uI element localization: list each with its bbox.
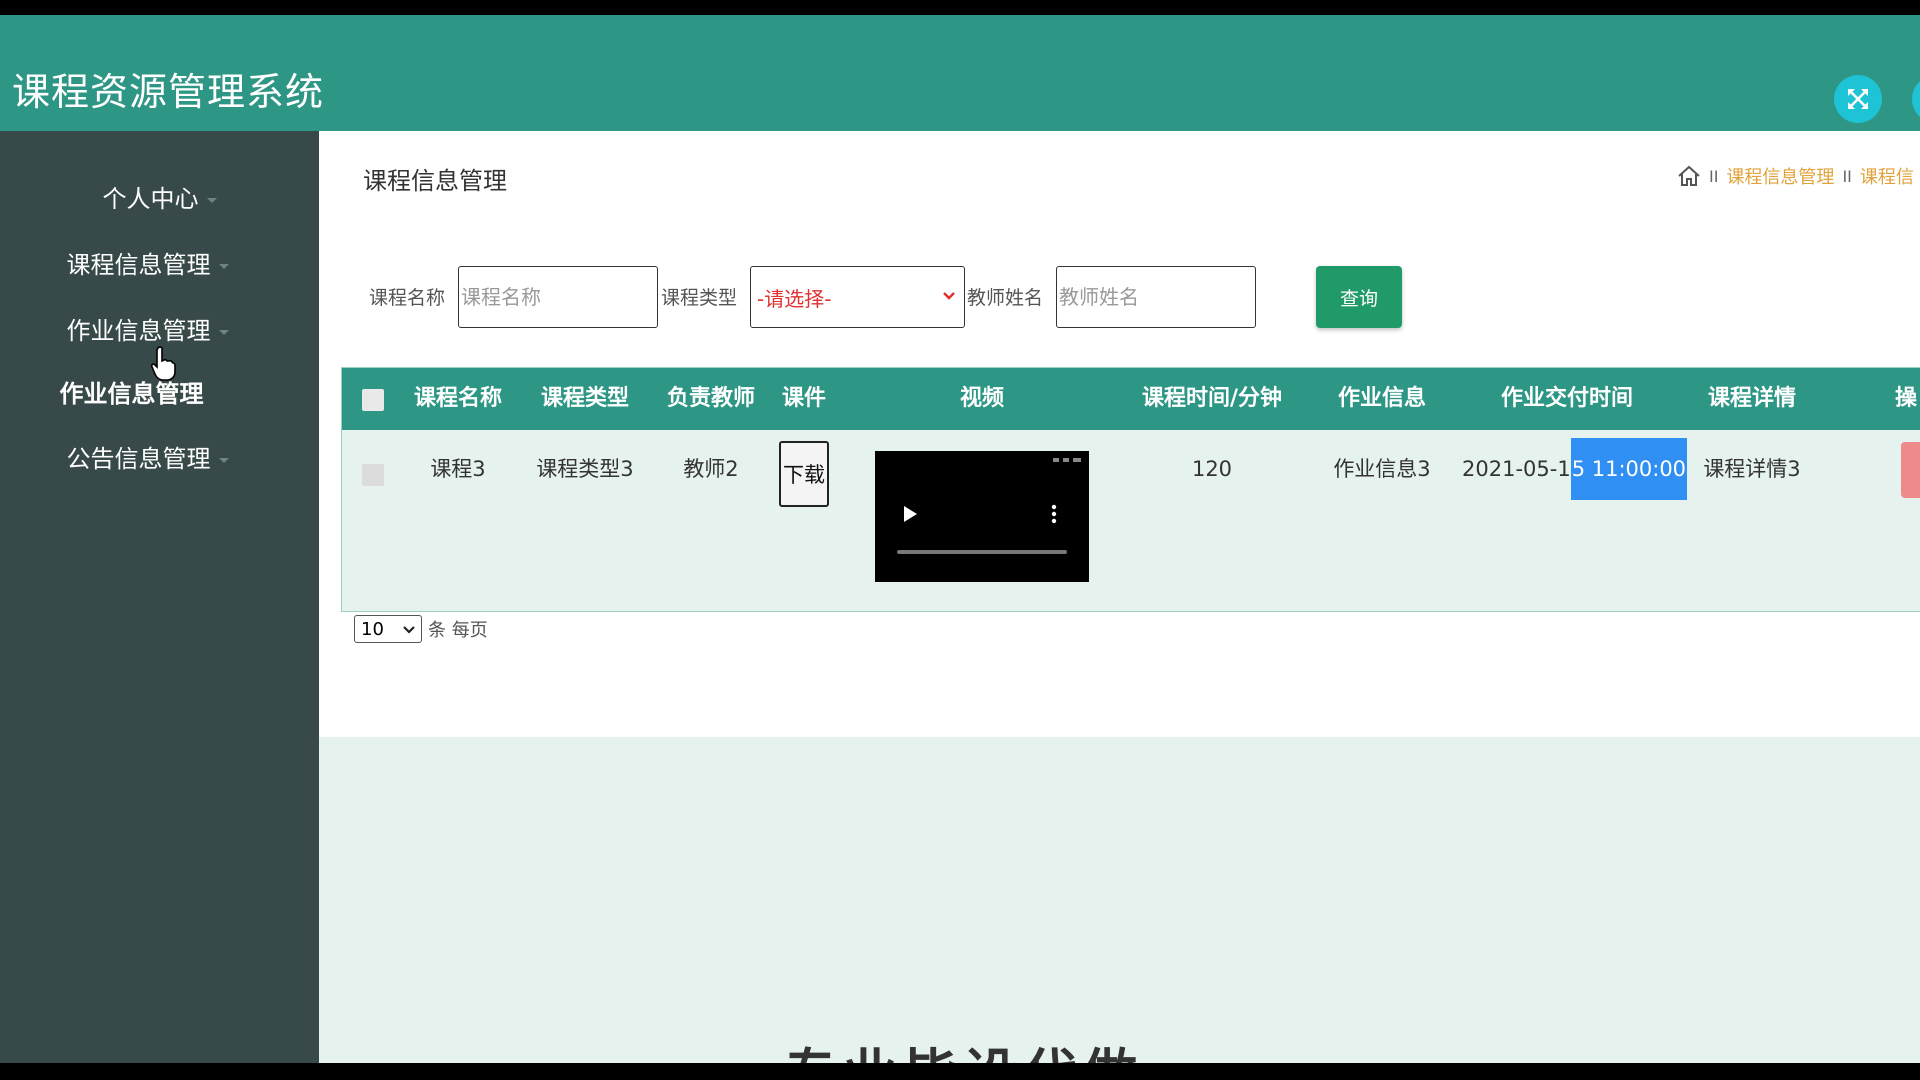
sidebar-item-homework-management[interactable]: 作业信息管理 [0,311,307,346]
top-header: 课程资源管理系统 [0,15,1920,131]
col-course-type: 课程类型 [540,386,629,411]
course-type-label: 课程类型 [661,287,738,309]
sidebar-item-label: 个人中心 [102,185,199,213]
col-course-minutes: 课程时间/分钟 [1141,386,1283,411]
caret-down-icon [218,329,229,335]
page-title: 课程信息管理 [363,167,507,195]
cell-due-time: 2021-05-15 11:00:00 [1462,430,1688,508]
breadcrumb-link-course-info[interactable]: 课程信 [1860,163,1914,189]
app-title: 课程资源管理系统 [12,70,325,114]
cell-course-detail: 课程详情3 [1703,457,1801,481]
bottom-letterbox [0,1063,1920,1080]
user-menu-button[interactable] [1912,75,1920,123]
query-button[interactable]: 查询 [1316,266,1402,328]
sidebar-item-label: 作业信息管理 [66,317,211,345]
sidebar-subitem-homework-management[interactable]: 作业信息管理 [0,374,291,409]
cell-course-name: 课程3 [430,457,486,481]
download-button[interactable]: 下载 [779,441,829,507]
page-size-select[interactable]: 10 [354,615,422,643]
page-size-value: 10 [361,618,384,640]
col-courseware: 课件 [781,386,826,411]
teacher-name-input[interactable] [1056,266,1256,328]
cell-course-minutes: 120 [1191,457,1233,481]
chevron-down-icon [943,292,955,300]
sidebar-item-label: 作业信息管理 [59,380,204,408]
hand-cursor-icon [150,346,176,381]
col-due-time: 作业交付时间 [1500,386,1633,411]
course-table: 课程名称 课程类型 负责教师 课件 视频 课程时间/分钟 作业信息 作业交付时间… [341,367,1920,612]
due-date-text: 2021-05-1 [1462,457,1571,481]
course-name-input[interactable] [458,266,658,328]
content-panel: 课程信息管理 II 课程信息管理 II 课程信 课程名称 课程类型 -请选择- … [319,131,1920,737]
sidebar-item-label: 课程信息管理 [66,251,211,279]
breadcrumb: II 课程信息管理 II 课程信 [1677,163,1914,189]
breadcrumb-link-course-management[interactable]: 课程信息管理 [1726,163,1834,189]
video-player[interactable] [875,451,1089,582]
play-icon[interactable] [902,505,918,523]
col-teacher: 负责教师 [666,386,755,411]
row-checkbox[interactable] [362,464,384,486]
sidebar-item-personal-center[interactable]: 个人中心 [0,179,319,214]
sidebar: 个人中心 课程信息管理 作业信息管理 作业信息管理 公告信息管理 [0,131,319,1063]
chevron-down-icon [403,626,415,634]
main-content: 课程信息管理 II 课程信息管理 II 课程信 课程名称 课程类型 -请选择- … [319,131,1920,1063]
sidebar-item-course-management[interactable]: 课程信息管理 [0,245,307,280]
fullscreen-button[interactable] [1834,75,1882,123]
course-type-selected: -请选择- [757,286,832,311]
view-button[interactable]: 查 [1901,442,1920,498]
signal-icon [1053,458,1081,462]
breadcrumb-separator: II [1842,166,1852,186]
breadcrumb-separator: II [1709,166,1719,186]
course-type-select[interactable]: -请选择- [750,266,965,328]
cell-homework-info: 作业信息3 [1333,457,1431,481]
col-video: 视频 [959,386,1004,411]
caret-down-icon [218,263,229,269]
page-size-suffix: 条 每页 [428,620,488,641]
col-course-detail: 课程详情 [1707,386,1796,411]
sidebar-item-label: 公告信息管理 [66,445,211,473]
caret-down-icon [206,197,217,203]
course-name-label: 课程名称 [369,287,446,309]
page-size-control: 10 条 每页 [354,615,488,643]
cell-course-type: 课程类型3 [536,457,634,481]
more-vertical-icon[interactable] [1051,504,1057,524]
home-icon[interactable] [1677,165,1701,187]
col-course-name: 课程名称 [413,386,502,411]
sidebar-item-notice-management[interactable]: 公告信息管理 [0,439,307,474]
cell-teacher: 教师2 [683,457,739,481]
caret-down-icon [218,457,229,463]
table-header: 课程名称 课程类型 负责教师 课件 视频 课程时间/分钟 作业信息 作业交付时间… [342,368,1920,430]
teacher-name-label: 教师姓名 [967,287,1044,309]
video-progress-bar[interactable] [897,550,1067,554]
select-all-checkbox[interactable] [362,389,384,411]
selected-text-highlight: 5 11:00:00 [1570,438,1688,500]
col-action: 操 [1895,386,1918,411]
col-homework-info: 作业信息 [1337,386,1426,411]
expand-icon [1848,89,1868,109]
